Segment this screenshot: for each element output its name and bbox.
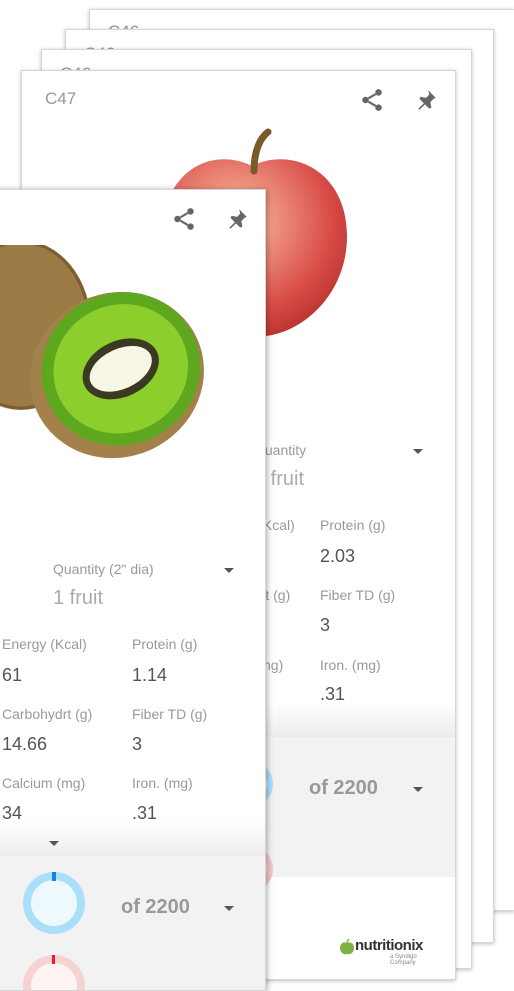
fiber-value: 3 [132,734,143,754]
energy-goal: of 2200 [309,777,378,799]
protein-label: Protein (g) [132,636,198,652]
iron-label: Iron. (mg) [320,657,381,673]
energy-value: 61 [2,665,23,685]
expand-band[interactable] [0,820,265,856]
energy-ring [23,872,85,934]
carb-value: 14.66 [2,734,48,754]
protein-value: 1.14 [132,665,168,685]
quantity-value[interactable]: 1 fruit [53,587,103,610]
caret-down-icon[interactable] [413,449,423,454]
apple-logo-icon [340,939,354,955]
protein-label: Protein (g) [320,517,386,533]
energy-goal: of 2200 [121,896,190,918]
caret-down-icon[interactable] [49,841,59,846]
carb-label: Carbohydrt (g) [2,706,93,722]
caret-down-icon[interactable] [224,568,234,573]
fiber-value: 3 [320,615,331,635]
logo-text: nutritionix [355,937,423,954]
caret-down-icon[interactable] [413,787,423,792]
calcium-label: Calcium (mg) [2,775,86,791]
kiwi-image [0,245,204,459]
protein-value: 2.03 [320,546,356,566]
energy-label: Energy (Kcal) [2,636,87,652]
pin-icon[interactable] [224,206,250,232]
fiber-label: Fiber TD (g) [320,587,396,603]
pin-icon[interactable] [413,87,439,113]
card-code: C47 [45,89,77,108]
logo-tagline: a Syndigo Company [390,954,417,966]
nutritionix-logo: nutritionix a Syndigo Company [340,937,436,966]
share-icon[interactable] [359,87,385,113]
fiber-label: Fiber TD (g) [132,706,208,722]
iron-label: Iron. (mg) [132,775,193,791]
secondary-ring-progress [52,955,55,964]
food-card-kiwi[interactable]: Quantity (2" dia) 1 fruit Energy (Kcal) … [0,189,266,991]
share-icon[interactable] [171,206,197,232]
energy-ring-progress [52,872,56,881]
quantity-label: Quantity (2" dia) [53,561,154,577]
caret-down-icon[interactable] [224,906,234,911]
